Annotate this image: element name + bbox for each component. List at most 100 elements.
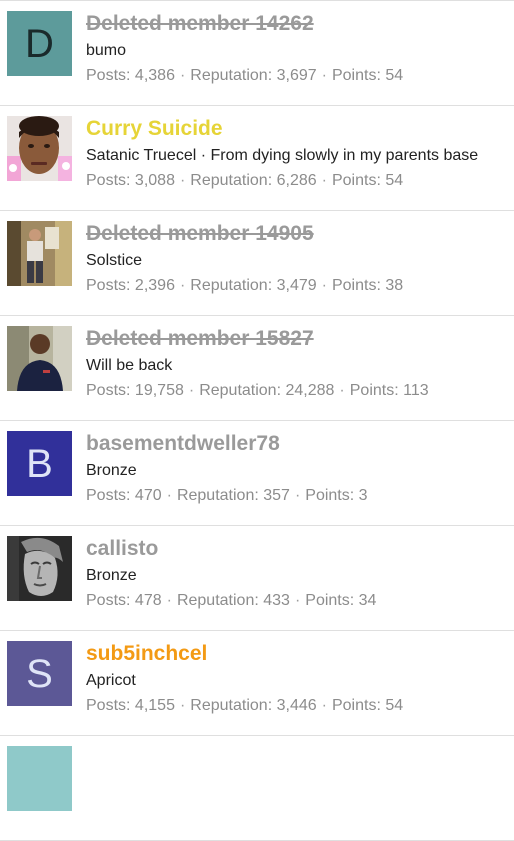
member-username[interactable]: Curry Suicide: [86, 117, 514, 141]
reputation-label: Reputation:: [190, 277, 273, 294]
member-avatar[interactable]: B: [7, 431, 72, 496]
member-stats: Posts: 4,155 · Reputation: 3,446 · Points: 5…: [86, 696, 514, 716]
reputation-count: 3,446: [276, 697, 317, 714]
reputation-count: 357: [263, 487, 290, 504]
separator: ·: [321, 277, 327, 294]
separator: ·: [294, 487, 301, 504]
member-avatar[interactable]: [7, 746, 72, 811]
separator: ·: [321, 697, 327, 714]
avatar-letter: S: [26, 651, 53, 696]
points-count: 54: [385, 172, 404, 189]
points-label: Points:: [305, 487, 355, 504]
member-avatar[interactable]: [7, 221, 72, 286]
member-row: [0, 736, 514, 841]
member-title: Bronze: [86, 567, 137, 584]
member-row: S sub5inchcel Apricot Posts: 4,155 · Reput…: [0, 631, 514, 736]
member-stats: Posts: 4,386 · Reputation: 3,697 · Points: 5…: [86, 66, 514, 86]
posts-count: 19,758: [134, 382, 184, 399]
member-stats: Posts: 478 · Reputation: 433 · Points: 34: [86, 591, 514, 611]
member-row: D Deleted member 14262 bumo Posts: 4,386…: [0, 1, 514, 106]
reputation-count: 24,288: [285, 382, 335, 399]
points-label: Points:: [331, 67, 381, 84]
posts-label: Posts:: [86, 172, 131, 189]
member-title: Will be back: [86, 357, 173, 374]
points-count: 54: [385, 67, 404, 84]
posts-count: 470: [134, 487, 162, 504]
points-count: 38: [385, 277, 404, 294]
points-label: Points:: [305, 592, 355, 609]
reputation-label: Reputation:: [176, 487, 259, 504]
member-row: Deleted member 15827 Will be back Posts:…: [0, 316, 514, 421]
member-info: Deleted member 14905 Solstice Posts: 2,3…: [86, 222, 514, 296]
member-row: Deleted member 14905 Solstice Posts: 2,3…: [0, 211, 514, 316]
member-stats: Posts: 470 · Reputation: 357 · Points: 3: [86, 486, 514, 506]
posts-count: 4,386: [134, 67, 175, 84]
points-count: 113: [403, 382, 429, 399]
reputation-label: Reputation:: [190, 172, 273, 189]
member-row: Curry Suicide Satanic Truecel · From dyi…: [0, 106, 514, 211]
member-stats: Posts: 2,396 · Reputation: 3,479 · Points: 3…: [86, 276, 514, 296]
reputation-label: Reputation:: [176, 592, 259, 609]
member-list: D Deleted member 14262 bumo Posts: 4,386…: [0, 0, 514, 841]
member-avatar[interactable]: [7, 116, 72, 181]
member-avatar[interactable]: [7, 536, 72, 601]
posts-count: 2,396: [134, 277, 175, 294]
member-title: Solstice: [86, 252, 143, 269]
member-username[interactable]: callisto: [86, 537, 514, 561]
separator: ·: [294, 592, 301, 609]
member-avatar[interactable]: S: [7, 641, 72, 706]
posts-label: Posts:: [86, 487, 131, 504]
member-stats: Posts: 19,758 · Reputation: 24,288 · Points:…: [86, 381, 514, 401]
reputation-count: 433: [263, 592, 290, 609]
member-username[interactable]: Deleted member 14905: [86, 222, 514, 246]
posts-label: Posts:: [86, 382, 131, 399]
reputation-count: 6,286: [276, 172, 317, 189]
separator: ·: [166, 487, 172, 504]
member-info: basementdweller78 Bronze Posts: 470 · Repu…: [86, 432, 514, 506]
member-username[interactable]: basementdweller78: [86, 432, 514, 456]
member-username[interactable]: Deleted member 15827: [86, 327, 514, 351]
member-info: callisto Bronze Posts: 478 · Reputation: 4…: [86, 537, 514, 611]
reputation-label: Reputation:: [190, 697, 273, 714]
points-label: Points:: [331, 697, 381, 714]
separator: ·: [321, 67, 327, 84]
points-count: 3: [358, 487, 368, 504]
member-title: Apricot: [86, 672, 136, 689]
separator: ·: [339, 382, 345, 399]
member-title: bumo: [86, 42, 127, 59]
points-label: Points:: [331, 277, 381, 294]
separator: ·: [166, 592, 172, 609]
posts-count: 3,088: [134, 172, 175, 189]
person-photo-avatar: [7, 221, 72, 286]
separator: ·: [188, 382, 195, 399]
face-photo-avatar: [7, 116, 72, 181]
posts-label: Posts:: [86, 697, 131, 714]
member-title: Bronze: [86, 462, 137, 479]
separator: ·: [179, 67, 186, 84]
points-count: 54: [385, 697, 404, 714]
reputation-count: 3,697: [276, 67, 317, 84]
person-photo-avatar: [7, 326, 72, 391]
posts-count: 478: [134, 592, 162, 609]
member-info: sub5inchcel Apricot Posts: 4,155 · Reputat…: [86, 642, 514, 716]
member-row: callisto Bronze Posts: 478 · Reputation: 4…: [0, 526, 514, 631]
avatar-letter: B: [26, 441, 53, 486]
posts-label: Posts:: [86, 592, 131, 609]
reputation-label: Reputation:: [199, 382, 282, 399]
posts-count: 4,155: [134, 697, 175, 714]
member-row: B basementdweller78 Bronze Posts: 470 · Re…: [0, 421, 514, 526]
statue-photo-avatar: [7, 536, 72, 601]
member-info: Deleted member 14262 bumo Posts: 4,386 · R…: [86, 12, 514, 86]
member-username[interactable]: Deleted member 14262: [86, 12, 514, 36]
avatar-letter: D: [25, 21, 54, 66]
reputation-count: 3,479: [276, 277, 317, 294]
member-username[interactable]: sub5inchcel: [86, 642, 514, 666]
separator: ·: [321, 172, 327, 189]
separator: ·: [179, 277, 186, 294]
separator: ·: [179, 697, 186, 714]
member-avatar[interactable]: [7, 326, 72, 391]
member-stats: Posts: 3,088 · Reputation: 6,286 · Points: 5…: [86, 171, 514, 191]
member-avatar[interactable]: D: [7, 11, 72, 76]
points-count: 34: [358, 592, 377, 609]
reputation-label: Reputation:: [190, 67, 273, 84]
